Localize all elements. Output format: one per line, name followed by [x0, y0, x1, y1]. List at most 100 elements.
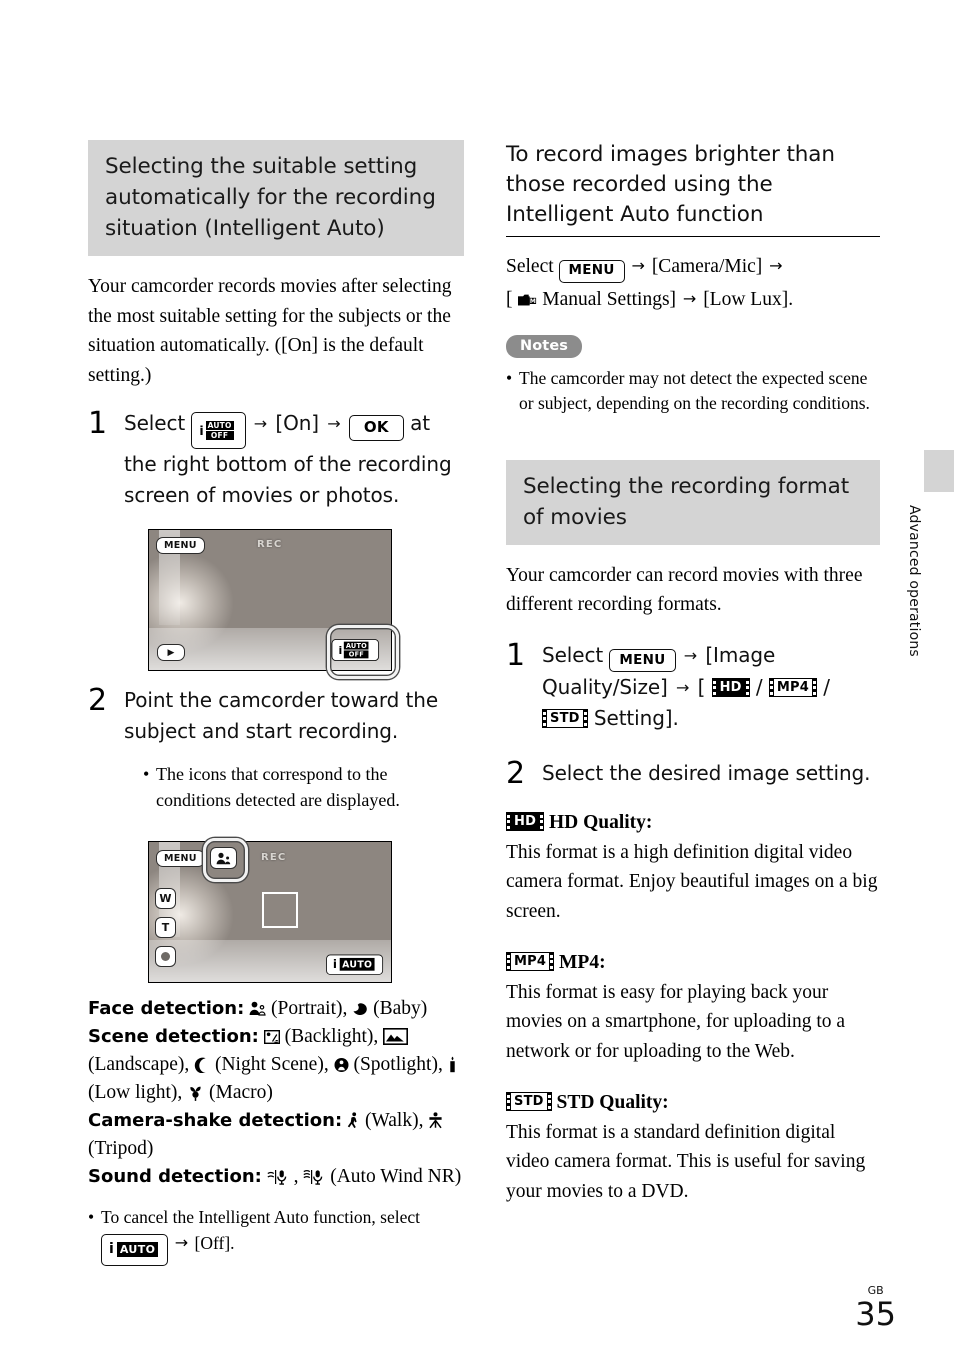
scene-detection-label: Scene detection:: [88, 1026, 259, 1047]
hd-badge: HD: [506, 812, 545, 831]
cancel-text-after: [Off].: [194, 1233, 235, 1253]
chapter-tab-label: Advanced operations: [906, 505, 922, 657]
cancel-chip-auto: AUTO: [116, 1242, 159, 1257]
film-perf-left-mp4: [506, 952, 511, 971]
step-2-number: 2: [88, 683, 108, 718]
right-column: To record images brighter than those rec…: [506, 140, 880, 1206]
std-badge-label: STD: [511, 1092, 547, 1111]
hd-badge-inline-label: HD: [716, 678, 745, 697]
film-perf-left-hd: [506, 812, 511, 831]
low-light-icon: [450, 1056, 455, 1073]
step-2: 2 Point the camcorder toward the subject…: [88, 685, 464, 747]
step-1-number: 1: [88, 406, 108, 441]
sound-icon-2-caption: (Auto Wind NR): [330, 1166, 462, 1187]
record-dot-icon: [161, 952, 170, 961]
auto-wind-nr-high-icon: [303, 1169, 323, 1185]
zoom-wide-button[interactable]: W: [155, 888, 176, 909]
iauto-off-icon[interactable]: i AUTO OFF: [191, 412, 246, 449]
arrow-icon-r2: →: [769, 256, 783, 275]
menu-button-2[interactable]: MENU: [156, 850, 205, 867]
ok-button[interactable]: OK: [348, 415, 404, 441]
cancel-bullet-body: To cancel the Intelligent Auto function,…: [101, 1205, 420, 1266]
menu-button-chip-2[interactable]: MENU: [609, 649, 676, 672]
camera-shake-detection-row: Camera-shake detection: (Walk), (Tripod): [88, 1107, 464, 1163]
baby-icon: [353, 1003, 368, 1015]
format-mp4-body: This format is easy for playing back you…: [506, 981, 846, 1062]
hd-badge-label: HD: [511, 812, 540, 831]
onscreen-iauto2-auto: AUTO: [339, 957, 375, 971]
iauto-off-auto-label: AUTO: [205, 421, 234, 430]
film-perf-right-mp4: [549, 952, 555, 971]
cancel-text-before: To cancel the Intelligent Auto function,…: [101, 1207, 421, 1227]
portrait-caption: (Portrait),: [271, 998, 348, 1019]
step-2-bullet: • The icons that correspond to the condi…: [143, 761, 464, 813]
bracket-open-1: [: [506, 288, 513, 310]
brighter-select-lead: Select: [506, 256, 554, 277]
record-start-button[interactable]: [155, 946, 176, 967]
bullet-dot: •: [143, 764, 150, 784]
section-heading-intelligent-auto: Selecting the suitable setting automatic…: [88, 140, 464, 256]
step-2-bullet-text: The icons that correspond to the conditi…: [156, 764, 400, 810]
intro-paragraph: Your camcorder records movies after sele…: [88, 276, 452, 386]
screenshot-1-wrap: MENU REC ▶ i AUTO OFF: [88, 529, 464, 681]
format-std-title: STD Quality:: [556, 1092, 669, 1113]
manual-page: Selecting the suitable setting automatic…: [0, 0, 954, 1357]
bracket-open-2: [: [697, 675, 706, 699]
manual-settings-item: Manual Settings]: [542, 288, 677, 310]
film-perf-right-std: [546, 1092, 552, 1111]
format-intro: Your camcorder can record movies with th…: [506, 564, 863, 616]
low-light-caption: (Low light),: [88, 1082, 183, 1103]
spotlight-icon: [334, 1058, 349, 1072]
slash-1: /: [755, 675, 763, 699]
portrait-icon: [249, 1001, 266, 1016]
iauto-indicator-onscreen[interactable]: i AUTO: [325, 954, 383, 974]
arrow-icon-f2: →: [676, 678, 690, 697]
format-hd-title: HD Quality:: [548, 812, 653, 833]
notes-block: Notes • The camcorder may not detect the…: [506, 334, 880, 416]
menu-button-chip-1[interactable]: MENU: [558, 259, 625, 283]
macro-icon: [190, 1086, 201, 1101]
format-std: STD STD Quality: This format is a standa…: [506, 1088, 880, 1206]
film-perf-left-1: [711, 678, 717, 697]
format-mp4-title-line: MP4 MP4:: [506, 948, 880, 978]
mp4-badge: MP4: [506, 952, 555, 971]
face-detection-row: Face detection: (Portrait), (Baby): [88, 995, 464, 1023]
format-step-1-tail: Setting].: [593, 706, 679, 730]
film-perf-right-hd: [539, 812, 545, 831]
format-hd-title-line: HD HD Quality:: [506, 808, 880, 838]
zoom-tele-button[interactable]: T: [155, 917, 176, 938]
auto-wind-nr-low-icon: [267, 1170, 287, 1185]
walk-icon: [347, 1112, 357, 1129]
sound-icon-1-caption: ,: [293, 1166, 299, 1187]
std-badge-inline-label: STD: [547, 709, 583, 728]
page-number: 35: [855, 1295, 896, 1333]
left-column: Selecting the suitable setting automatic…: [88, 140, 464, 1266]
format-step-1-lead: Select: [542, 642, 604, 667]
camcorder-screenshot-detection: MENU REC W T i AUTO: [148, 838, 392, 983]
film-perf-left-2: [768, 678, 774, 697]
chapter-tab-marker: [924, 450, 954, 492]
iauto-off-stack: AUTO OFF: [205, 421, 234, 440]
iauto-chip-cancel[interactable]: i AUTO: [101, 1233, 169, 1266]
playback-button-1[interactable]: ▶: [157, 644, 185, 661]
film-perf-right-2: [811, 678, 817, 697]
iauto-off-i-label: i: [199, 423, 204, 438]
manual-settings-icon: M: [518, 294, 537, 305]
onscreen-iauto2-i: i: [332, 957, 337, 971]
film-perf-right-1: [744, 678, 750, 697]
camera-mic-item: [Camera/Mic]: [651, 256, 763, 277]
menu-button-1[interactable]: MENU: [156, 537, 205, 554]
detection-list: Face detection: (Portrait), (Baby) Scene…: [88, 995, 464, 1191]
arrow-icon-1: →: [253, 414, 268, 433]
bullet-dot-3: •: [506, 367, 513, 388]
face-detection-frame: [262, 892, 298, 928]
face-detection-label: Face detection:: [88, 998, 245, 1019]
on-option-label: [On]: [275, 411, 319, 435]
step-2-text: Point the camcorder toward the subject a…: [124, 688, 439, 743]
format-mp4-title: MP4:: [559, 952, 606, 973]
bullet-dot-2: •: [88, 1207, 95, 1227]
film-perf-right-3: [582, 709, 588, 728]
page-folio: GB 35: [855, 1285, 896, 1333]
sound-detection-row: Sound detection: , (Auto Wind NR): [88, 1163, 464, 1191]
hd-badge-inline: HD: [711, 678, 750, 697]
